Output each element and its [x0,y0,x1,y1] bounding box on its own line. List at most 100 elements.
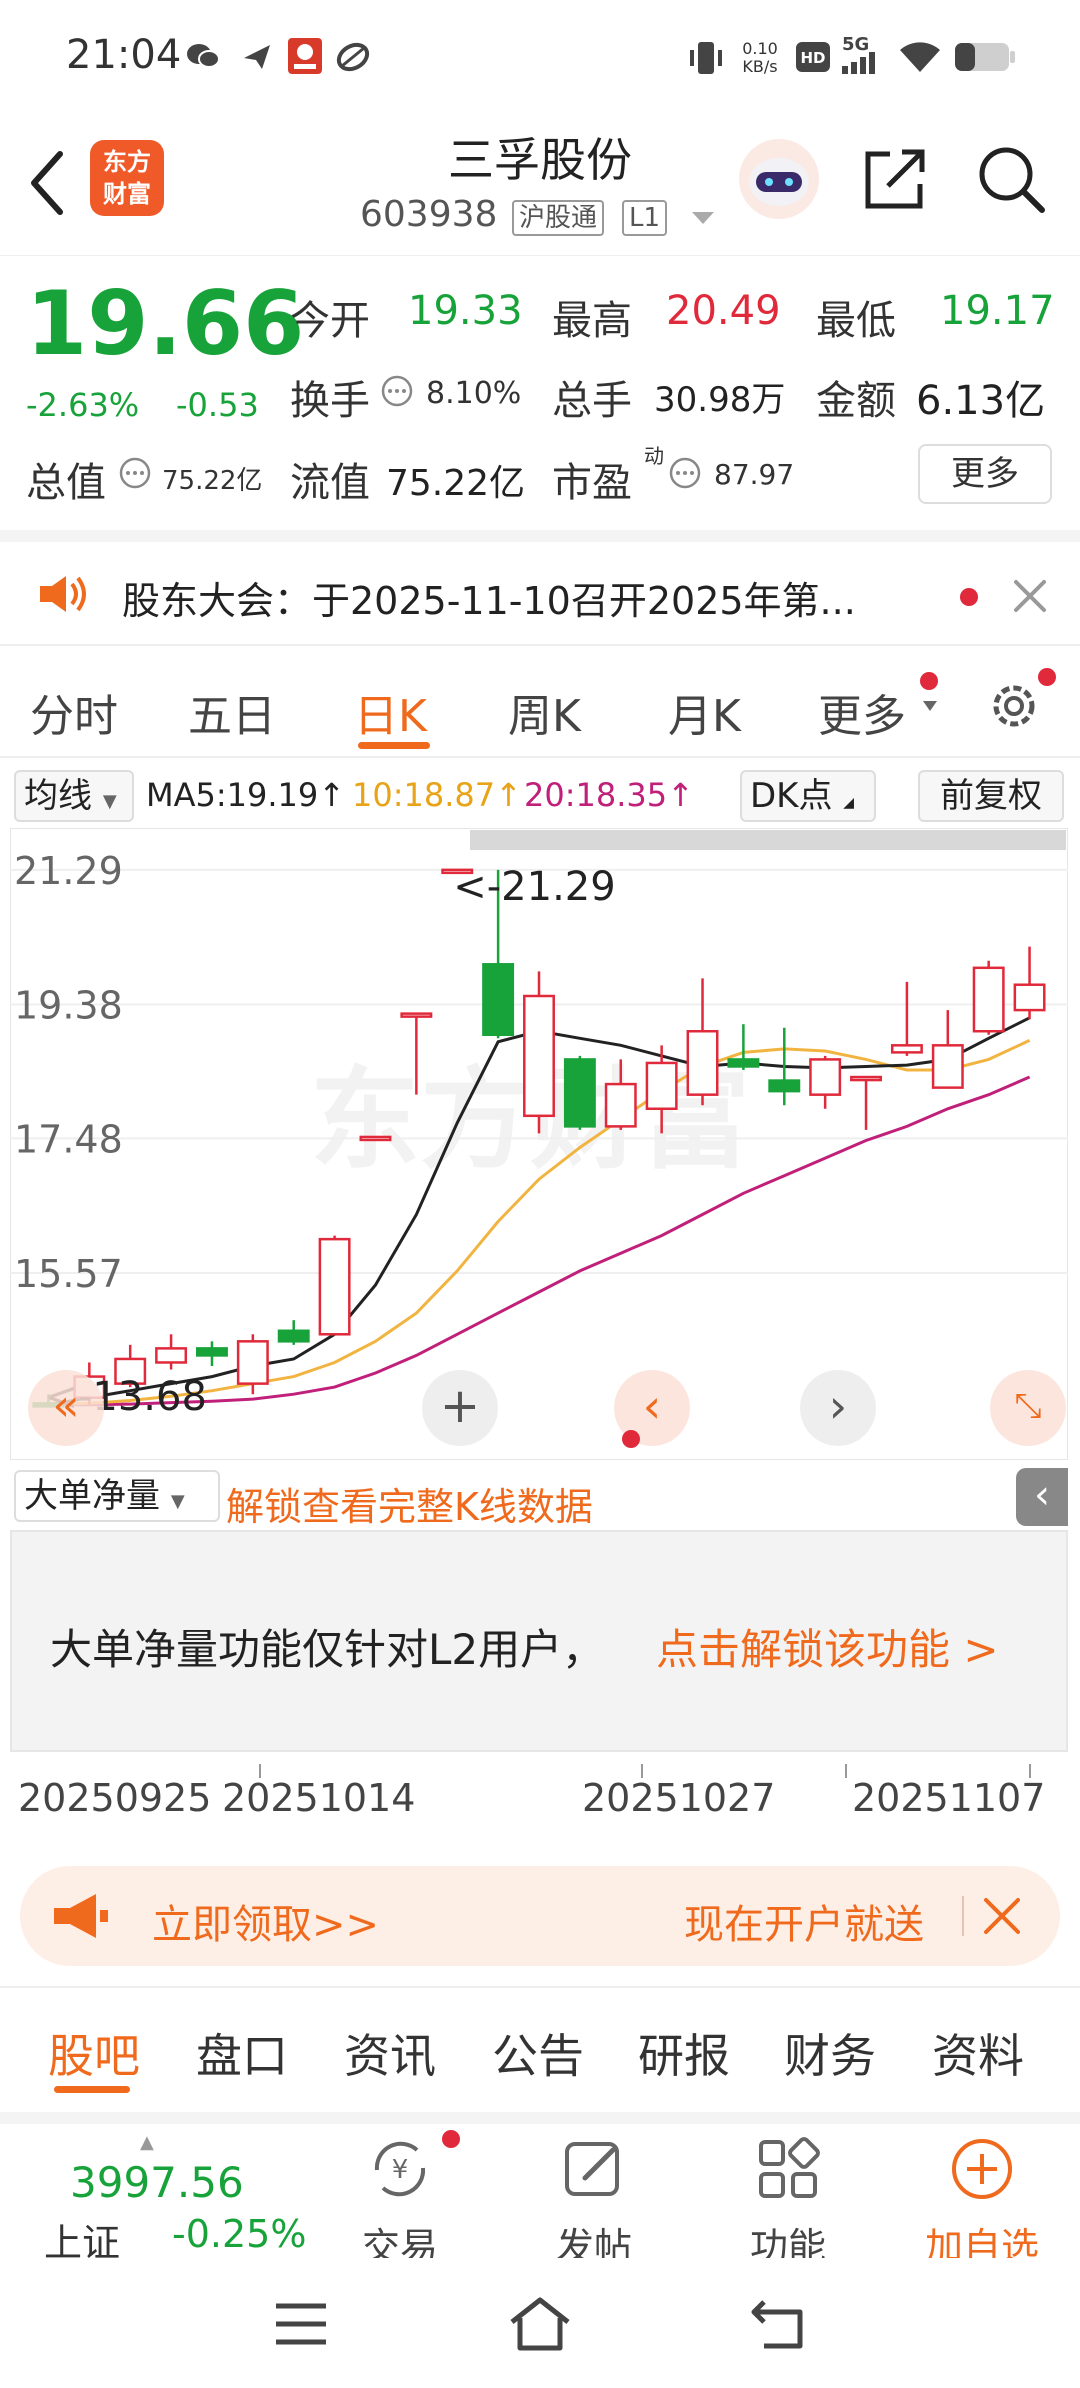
robot-assistant-icon[interactable] [736,136,822,222]
index-widget[interactable]: ▲ 3997.56 上证 -0.25% [0,2124,320,2270]
candle-body [155,1347,188,1364]
dk-point-label: DK点 [750,776,833,816]
notice-unread-dot [960,588,978,606]
float-label: 流值 [290,460,370,506]
tab-monthly-k[interactable]: 月K [668,680,741,744]
ma20-value: 20:18.35↑ [524,776,694,814]
trade-unread-dot [442,2130,460,2148]
ma-selector[interactable]: 均线 ▼ [14,770,134,822]
candle-body [563,1058,596,1128]
candle-body [318,1237,351,1336]
tab-research[interactable]: 研报 [638,2020,730,2086]
collapse-side-button[interactable]: ‹ [1016,1468,1068,1526]
tab-intraday[interactable]: 分时 [30,680,118,744]
home-icon[interactable] [508,2296,572,2352]
date-axis: 20250925 20251014 20251027 20251107 [10,1764,1068,1824]
promo-banner[interactable]: 立即领取>> 现在开户就送 [20,1866,1060,1966]
tag-connect: 沪股通 [512,200,605,236]
candle-body [768,1079,801,1093]
pe-superscript: 动 [644,444,664,468]
date-label: 20250925 [18,1776,212,1820]
candle-body [523,994,555,1118]
tab-financials[interactable]: 财务 [784,2020,876,2086]
candle-body [1013,983,1046,1012]
zoom-in-button[interactable]: + [422,1370,498,1446]
post-button[interactable]: 发帖 [524,2124,664,2270]
tab-daily-k[interactable]: 日K [354,680,427,744]
scroll-left-fast-button[interactable]: « [28,1370,104,1446]
high-label: 最高 [552,298,632,344]
battery-icon [954,42,1016,72]
function-button[interactable]: 功能 [718,2124,858,2270]
candle-body [195,1347,228,1357]
kline-chart[interactable]: 东方财富 21.29 19.38 17.48 15.57 <-21.29 <-13.6… [9,827,1069,1461]
notice-bar[interactable]: 股东大会：于2025-11-10召开2025年第... [0,530,1080,646]
amount-label: 金额 [816,378,896,424]
promo-claim-link[interactable]: 立即领取>> [152,1892,379,1950]
max-price-label: <-21.29 [453,864,615,910]
bottom-toolbar: ▲ 3997.56 上证 -0.25% ¥ 交易 发帖 功能 加自选 [0,2112,1080,2269]
unlock-kline-link[interactable]: 解锁查看完整K线数据 [226,1476,593,1531]
candle-body [400,1012,433,1018]
candle-body [645,1061,678,1111]
share-icon[interactable] [860,144,930,214]
close-icon[interactable] [982,1896,1022,1936]
tab-weekly-k[interactable]: 周K [508,680,581,744]
dk-point-button[interactable]: DK点 ◢ [740,770,876,822]
candle-body [727,1058,760,1068]
close-icon[interactable] [1012,578,1048,614]
y-tick-label: 21.29 [14,849,123,893]
vibrate-icon [686,40,726,76]
tab-five-day[interactable]: 五日 [188,680,276,744]
gear-icon[interactable] [984,676,1044,736]
turnover-label: 换手 [290,378,370,424]
low-label: 最低 [816,298,896,344]
notice-text: 股东大会：于2025-11-10召开2025年第... [122,579,856,623]
wechat-icon [186,42,220,70]
tab-forum[interactable]: 股吧 [48,2020,140,2086]
fullscreen-button[interactable]: ⤡ [990,1370,1066,1446]
mktcap-label: 总值 [26,460,106,506]
date-label: 20251014 [222,1776,416,1820]
last-price: 19.66 [26,272,305,375]
dropdown-triangle-icon[interactable] [690,210,716,226]
net-speed-unit: KB/s [742,57,778,76]
info-dots-icon[interactable] [118,456,152,490]
turnover-value: 8.10% [426,376,522,411]
search-icon[interactable] [976,144,1048,216]
info-dots-icon[interactable] [668,456,702,490]
more-button[interactable]: 更多 [918,444,1052,504]
y-tick-label: 15.57 [14,1252,123,1296]
trade-button[interactable]: ¥ 交易 [330,2124,470,2270]
ma-indicator-row: 均线 ▼ MA5:19.19↑ 10:18.87↑ 20:18.35↑ DK点 … [0,762,1080,828]
promo-open-account[interactable]: 现在开户就送 [684,1892,924,1950]
back-icon[interactable] [750,2298,810,2350]
l2-unlock-link[interactable]: 点击解锁该功能 > [656,1616,999,1677]
ma10-value: 10:18.87↑ [352,776,522,814]
price-adjust-button[interactable]: 前复权 [918,770,1064,822]
tab-announcements[interactable]: 公告 [492,2020,584,2086]
chevron-down-icon: ▼ [170,1491,185,1512]
scroll-right-button[interactable]: › [800,1370,876,1446]
tab-more[interactable]: 更多 [818,680,906,744]
change-amount: -0.53 [176,386,259,424]
net-speed: 0.10 KB/s [740,40,780,76]
settings-unread-dot [1038,668,1056,686]
info-dots-icon[interactable] [380,374,414,408]
menu-icon[interactable] [274,2302,328,2346]
info-tabs: 股吧 盘口 资讯 公告 研报 财务 资料 [0,1986,1080,2104]
chart-period-tabs: 分时 五日 日K 周K 月K 更多 [0,650,1080,758]
l2-selector[interactable]: 大单净量 ▼ [14,1470,220,1522]
tab-order-book[interactable]: 盘口 [196,2020,288,2086]
chevron-down-icon [922,700,938,712]
tab-profile[interactable]: 资料 [932,2020,1024,2086]
svg-text:HD: HD [800,49,825,67]
edit-icon [559,2134,629,2204]
add-watchlist-button[interactable]: 加自选 [912,2124,1052,2270]
float-value: 75.22亿 [386,463,526,504]
candle-body [277,1329,310,1343]
y-tick-label: 17.48 [14,1117,123,1161]
stock-header: 东方 财富 三孚股份 603938 沪股通 L1 [0,118,1080,256]
tab-news[interactable]: 资讯 [344,2020,436,2086]
l2-selector-label: 大单净量 [24,1476,160,1516]
